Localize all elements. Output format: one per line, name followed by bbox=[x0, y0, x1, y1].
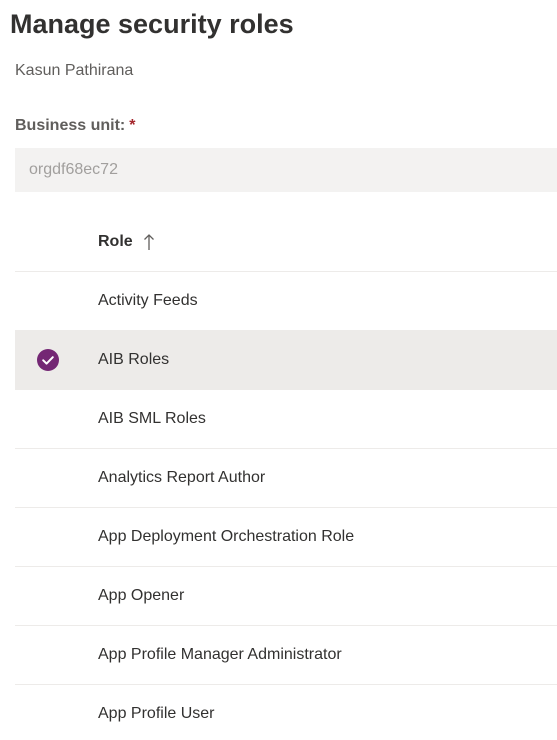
required-marker: * bbox=[129, 117, 136, 134]
business-unit-field: orgdf68ec72 bbox=[15, 148, 557, 192]
table-row[interactable]: App Deployment Orchestration Role bbox=[15, 508, 557, 567]
business-unit-label-text: Business unit: bbox=[15, 117, 126, 134]
table-row[interactable]: App Profile User bbox=[15, 685, 557, 740]
role-label: App Opener bbox=[98, 587, 185, 604]
role-label: AIB SML Roles bbox=[98, 410, 206, 427]
table-row[interactable]: AIB Roles bbox=[15, 331, 557, 390]
roles-grid: Role Activity Feeds AIB Roles AIB SML Role… bbox=[15, 214, 557, 740]
role-label: Activity Feeds bbox=[98, 292, 198, 309]
role-label: Analytics Report Author bbox=[98, 469, 266, 486]
arrow-up-icon[interactable] bbox=[143, 232, 155, 252]
page-title: Manage security roles bbox=[10, 9, 294, 39]
role-label: AIB Roles bbox=[98, 351, 170, 368]
column-header-role[interactable]: Role bbox=[98, 233, 133, 251]
business-unit-value: orgdf68ec72 bbox=[29, 161, 118, 178]
roles-list: Activity Feeds AIB Roles AIB SML Roles Anal… bbox=[15, 272, 557, 740]
user-name: Kasun Pathirana bbox=[15, 62, 134, 79]
table-row[interactable]: AIB SML Roles bbox=[15, 390, 557, 449]
role-label: App Deployment Orchestration Role bbox=[98, 528, 355, 545]
grid-header-row: Role bbox=[15, 214, 557, 272]
role-label: App Profile Manager Administrator bbox=[98, 646, 342, 663]
table-row[interactable]: Activity Feeds bbox=[15, 272, 557, 331]
table-row[interactable]: Analytics Report Author bbox=[15, 449, 557, 508]
table-row[interactable]: App Profile Manager Administrator bbox=[15, 626, 557, 685]
table-row[interactable]: App Opener bbox=[15, 567, 557, 626]
check-circle-icon[interactable] bbox=[36, 348, 60, 372]
business-unit-label: Business unit: * bbox=[15, 117, 135, 135]
role-label: App Profile User bbox=[98, 705, 215, 722]
manage-security-roles-panel: Manage security roles Kasun Pathirana Bu… bbox=[0, 0, 557, 740]
